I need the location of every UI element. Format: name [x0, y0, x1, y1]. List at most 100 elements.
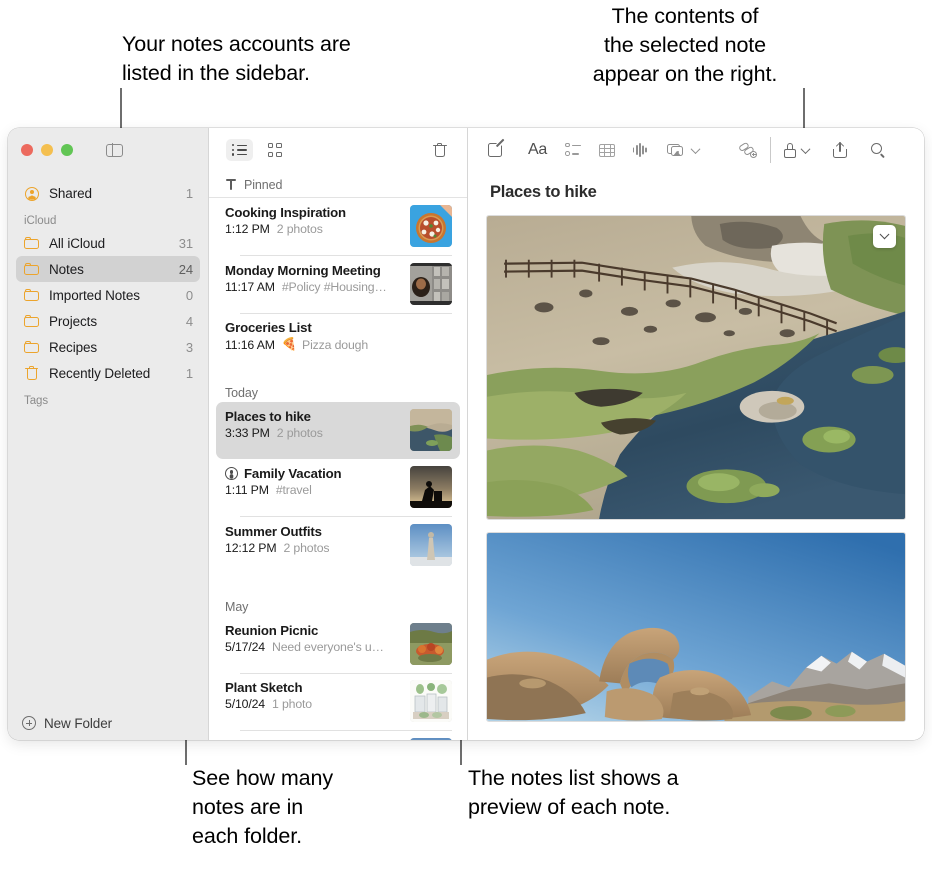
new-folder-label: New Folder — [44, 716, 112, 731]
note-content[interactable]: Places to hike — [468, 172, 924, 740]
sidebar-item-shared[interactable]: Shared 1 — [16, 180, 200, 206]
media-icon — [667, 143, 686, 157]
chevron-down-icon — [801, 144, 811, 154]
lock-icon — [784, 143, 796, 158]
list-item[interactable]: Groceries List 11:16 AM 🍕 Pizza dough — [216, 313, 460, 360]
note-thumbnail — [410, 205, 452, 247]
note-meta: 5/10/24 1 photo — [225, 697, 402, 711]
sidebar-item-count: 24 — [179, 262, 193, 277]
shared-note-icon — [225, 467, 238, 480]
notes-list-scroll[interactable]: Pinned Cooking Inspiration 1:12 PM 2 pho… — [209, 172, 467, 740]
note-title-text: Family Vacation — [244, 466, 341, 481]
note-title: Places to hike — [225, 409, 402, 424]
note-thumbnail — [410, 466, 452, 508]
note-time: 5/17/24 — [225, 640, 265, 654]
list-item[interactable]: Plant Sketch 5/10/24 1 photo — [216, 673, 460, 730]
note-time: 11:16 AM — [225, 338, 275, 352]
note-meta: 5/17/24 Need everyone's u… — [225, 640, 402, 654]
note-meta: 11:16 AM 🍕 Pizza dough — [225, 337, 452, 352]
note-detail-pane: Aa — [468, 128, 924, 740]
note-toolbar: Aa — [468, 128, 924, 172]
note-title: Plant Sketch — [225, 680, 402, 695]
sidebar-item-recently-deleted[interactable]: Recently Deleted 1 — [16, 360, 200, 386]
list-item[interactable]: Family Vacation 1:11 PM #travel — [216, 459, 460, 516]
folder-icon — [24, 262, 41, 277]
sidebar-item-label: Recipes — [49, 340, 186, 355]
lock-note-button[interactable] — [784, 137, 809, 163]
folder-icon — [24, 314, 41, 329]
sidebar-item-label: Recently Deleted — [49, 366, 186, 381]
sidebar-item-label: All iCloud — [49, 236, 179, 251]
zoom-button[interactable] — [61, 144, 73, 156]
compose-icon — [488, 142, 504, 158]
add-link-button[interactable] — [739, 137, 757, 163]
format-button[interactable]: Aa — [528, 137, 547, 163]
contents-callout-text: The contents of the selected note appear… — [550, 2, 820, 89]
sidebar: Shared 1 iCloud All iCloud 31 Notes 24 I… — [8, 128, 208, 740]
folder-icon — [24, 288, 41, 303]
sidebar-item-count: 1 — [186, 186, 193, 201]
note-meta: 1:11 PM #travel — [225, 483, 402, 497]
folder-icon — [24, 340, 41, 355]
audio-record-button[interactable] — [633, 137, 649, 163]
list-item[interactable]: Places to hike 3:33 PM 2 photos — [216, 402, 460, 459]
list-view-button[interactable] — [226, 139, 253, 161]
pizza-emoji: 🍕 — [282, 337, 297, 352]
shared-icon — [24, 186, 41, 201]
checklist-button[interactable] — [565, 137, 581, 163]
note-thumbnail — [410, 263, 452, 305]
notes-window: Shared 1 iCloud All iCloud 31 Notes 24 I… — [8, 128, 924, 740]
search-button[interactable] — [871, 137, 886, 163]
sidebar-item-label: Notes — [49, 262, 179, 277]
mobius-arch-photo[interactable] — [486, 532, 906, 722]
sidebar-item-count: 4 — [186, 314, 193, 329]
gallery-view-button[interactable] — [261, 139, 288, 161]
note-time: 1:11 PM — [225, 483, 269, 497]
table-icon — [599, 144, 615, 157]
note-time: 12:12 PM — [225, 541, 276, 555]
table-button[interactable] — [599, 137, 615, 163]
new-folder-button[interactable]: New Folder — [8, 706, 208, 740]
note-preview: Need everyone's u… — [272, 640, 384, 654]
checklist-icon — [565, 144, 581, 156]
sidebar-item-recipes[interactable]: Recipes 3 — [16, 334, 200, 360]
group-label: Pinned — [244, 178, 282, 192]
compose-note-button[interactable] — [488, 137, 504, 163]
group-header-pinned: Pinned — [209, 172, 467, 198]
note-preview: 2 photos — [277, 426, 323, 440]
sidebar-item-projects[interactable]: Projects 4 — [16, 308, 200, 334]
chevron-down-icon — [880, 229, 890, 239]
list-item[interactable]: Monday Morning Meeting 11:17 AM #Policy … — [216, 256, 460, 313]
note-title: Snowscape Photography — [225, 738, 402, 741]
photo-options-button[interactable] — [873, 225, 896, 248]
share-button[interactable] — [833, 137, 847, 163]
hot-creek-photo[interactable] — [486, 215, 906, 520]
gallery-view-icon — [268, 143, 282, 157]
list-item[interactable]: Summer Outfits 12:12 PM 2 photos — [216, 517, 460, 574]
note-preview: Pizza dough — [302, 338, 368, 352]
note-title: Cooking Inspiration — [225, 205, 402, 220]
sidebar-item-imported-notes[interactable]: Imported Notes 0 — [16, 282, 200, 308]
note-meta: 3:33 PM 2 photos — [225, 426, 402, 440]
list-item[interactable]: Cooking Inspiration 1:12 PM 2 photos — [216, 198, 460, 255]
sidebar-item-all-icloud[interactable]: All iCloud 31 — [16, 230, 200, 256]
sidebar-section-tags: Tags — [8, 386, 208, 410]
sidebar-item-notes[interactable]: Notes 24 — [16, 256, 200, 282]
counts-callout-text: See how many notes are in each folder. — [192, 764, 333, 851]
close-button[interactable] — [21, 144, 33, 156]
note-meta: 12:12 PM 2 photos — [225, 541, 402, 555]
list-item[interactable]: Reunion Picnic 5/17/24 Need everyone's u… — [216, 616, 460, 673]
share-icon — [833, 142, 847, 158]
list-item[interactable]: Snowscape Photography — [216, 731, 460, 741]
trash-icon — [433, 142, 447, 158]
media-button[interactable] — [667, 137, 699, 163]
pin-icon — [225, 178, 237, 191]
minimize-button[interactable] — [41, 144, 53, 156]
delete-note-button[interactable] — [426, 139, 453, 161]
sidebar-toggle-icon[interactable] — [106, 144, 123, 157]
trash-icon — [24, 366, 41, 381]
note-preview: 2 photos — [277, 222, 323, 236]
sidebar-item-label: Shared — [49, 186, 186, 201]
group-header-may: May — [209, 574, 467, 616]
plus-circle-icon — [22, 716, 36, 730]
